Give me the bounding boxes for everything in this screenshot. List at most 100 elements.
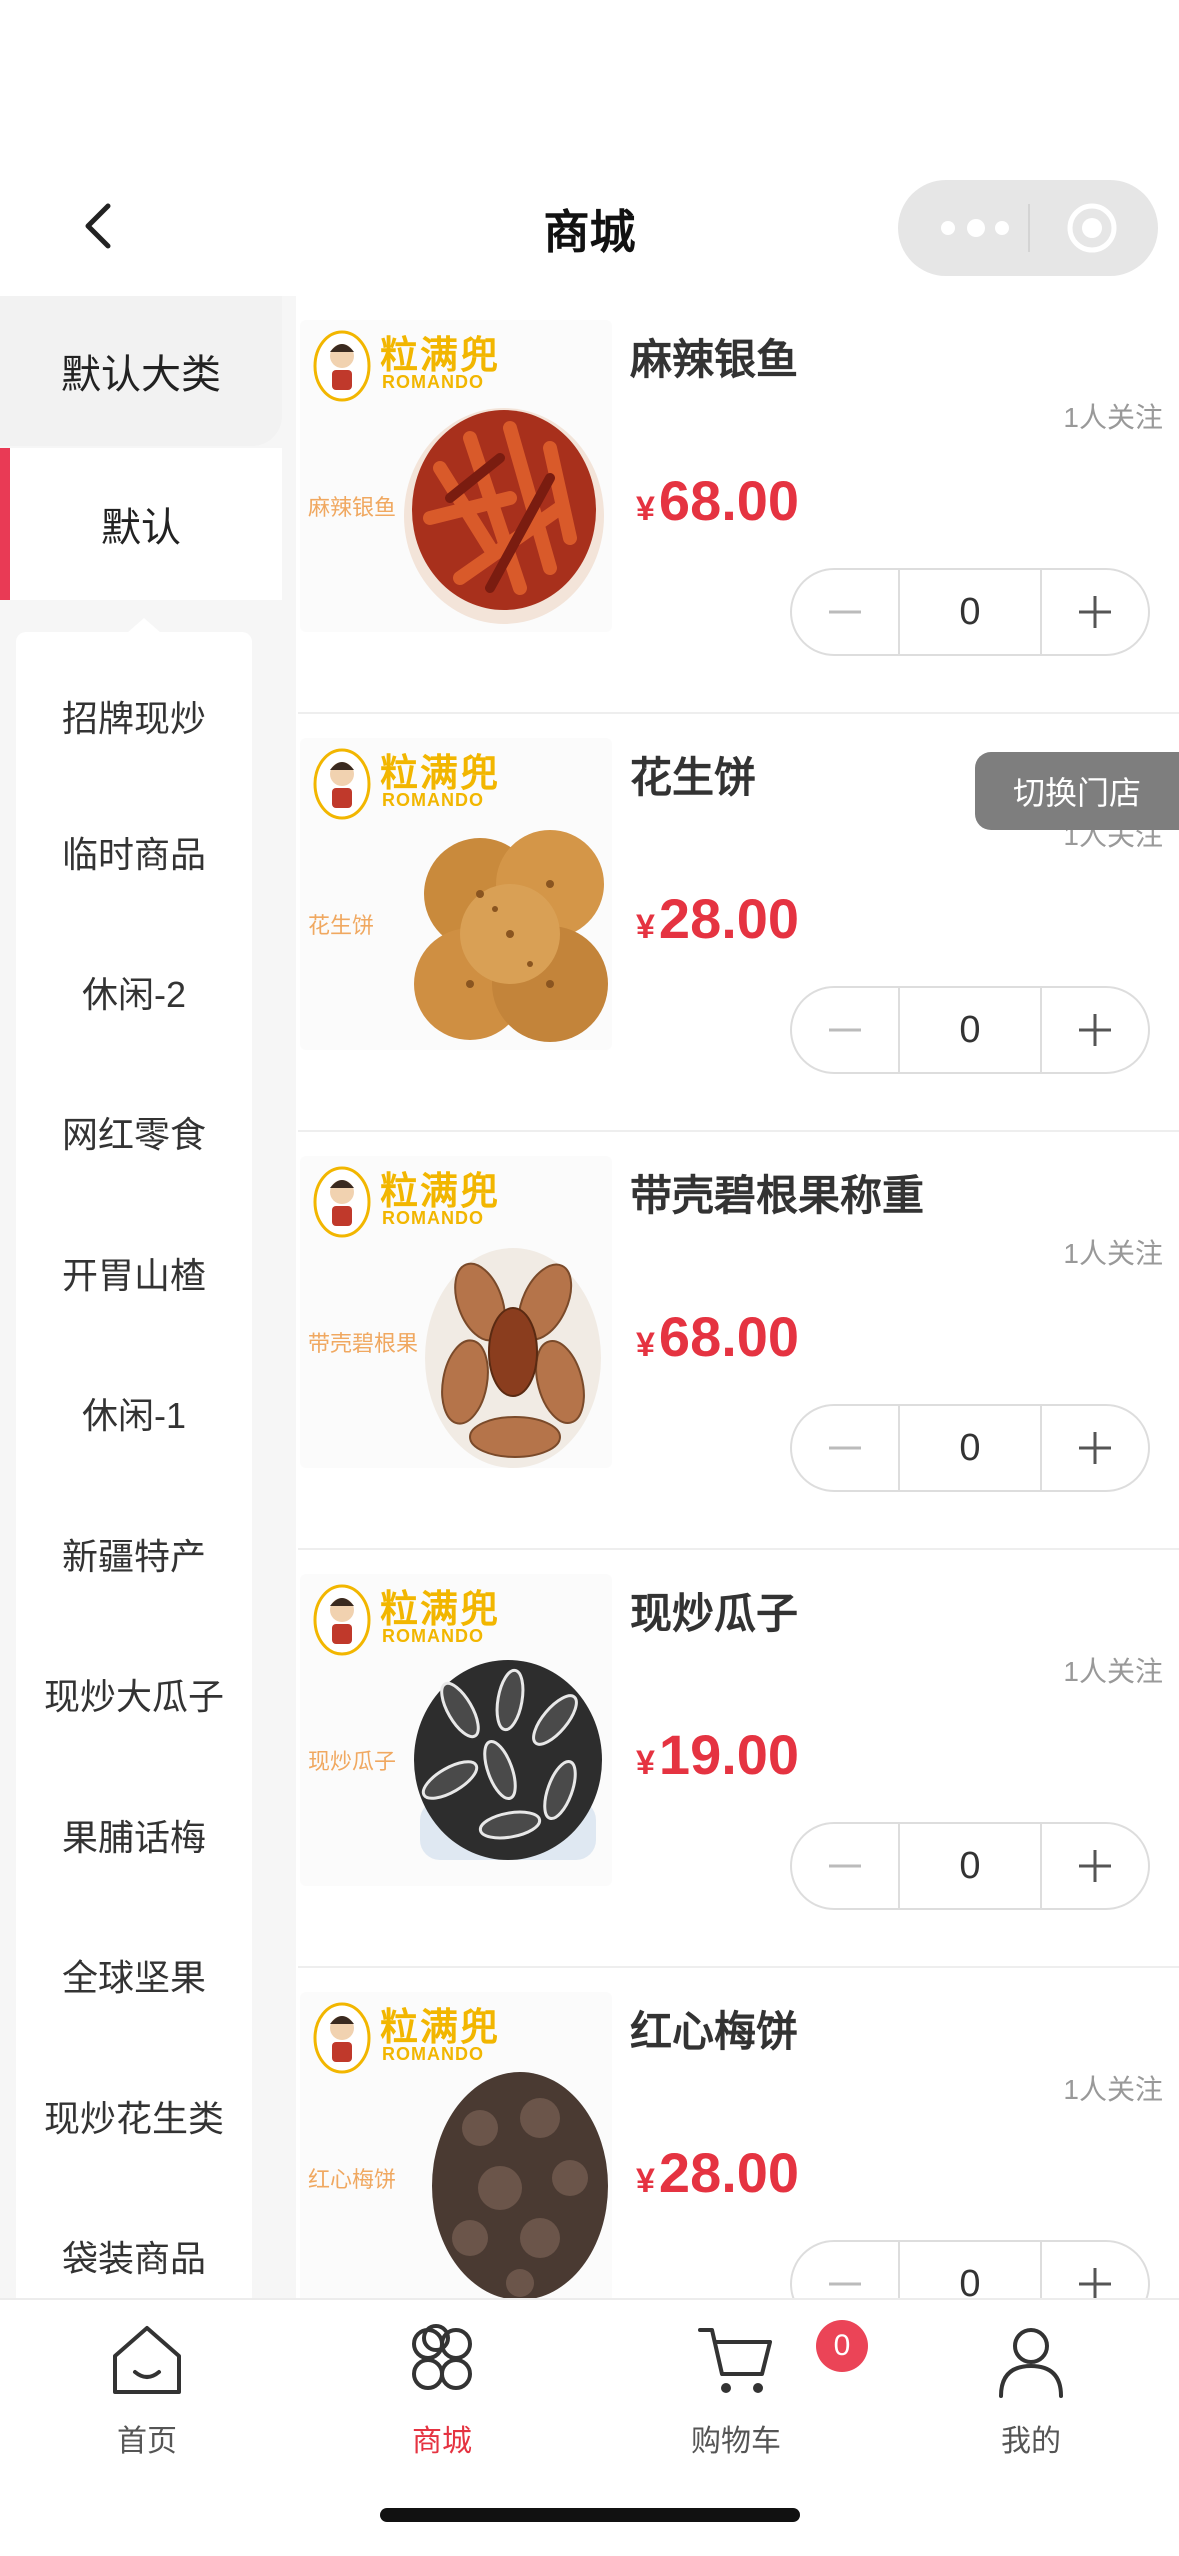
product-name[interactable]: 红心梅饼 [630, 1998, 798, 2059]
tab-cart-label: 购物车 [691, 2425, 781, 2458]
product-image[interactable]: 粒满兜 ROMANDO 花生饼 [300, 738, 612, 1050]
miniprogram-capsule [898, 180, 1158, 276]
product-name[interactable]: 现炒瓜子 [630, 1580, 798, 1641]
product-price: ¥68.00 [636, 1304, 799, 1369]
product-price: ¥19.00 [636, 1722, 799, 1787]
product-price: ¥28.00 [636, 2140, 799, 2205]
home-indicator [380, 2508, 800, 2522]
image-label: 花生饼 [308, 913, 375, 938]
subcategory-item[interactable]: 招牌现炒 [16, 676, 252, 756]
plus-icon [1079, 596, 1111, 628]
quantity-stepper: 0 [790, 986, 1150, 1074]
tab-me-label: 我的 [1001, 2425, 1061, 2458]
follow-count: 1人关注 [1063, 2074, 1163, 2105]
product-card[interactable]: 粒满兜 ROMANDO 麻辣银鱼 麻辣银鱼 1人关注 ¥68.00 0 [298, 296, 1179, 714]
quantity-value[interactable]: 0 [898, 988, 1042, 1072]
brand-name-en: ROMANDO [382, 790, 484, 810]
cart-count-badge: 0 [816, 2320, 868, 2372]
decrease-button[interactable] [792, 988, 898, 1072]
subcategory-item[interactable]: 现炒花生类 [16, 2076, 252, 2156]
tab-home-label: 首页 [117, 2425, 177, 2458]
brand-mascot-logo [313, 1584, 371, 1656]
quantity-value[interactable]: 0 [898, 1406, 1042, 1490]
increase-button[interactable] [1042, 988, 1148, 1072]
main-category-item[interactable]: 默认大类 [0, 296, 282, 446]
decrease-button[interactable] [792, 1406, 898, 1490]
product-image[interactable]: 粒满兜 ROMANDO 现炒瓜子 [300, 1574, 612, 1886]
subcategory-item[interactable]: 休闲-2 [16, 952, 252, 1032]
minus-icon [829, 1446, 861, 1450]
tab-home[interactable]: 首页 [47, 2320, 247, 2470]
quantity-value[interactable]: 0 [898, 1824, 1042, 1908]
more-dots-icon[interactable] [936, 216, 1016, 240]
subcategory-item[interactable]: 全球坚果 [16, 1935, 252, 2015]
brand-mascot-logo [313, 330, 371, 402]
plum-cake-photo [432, 2072, 608, 2300]
peanut-cake-photo [414, 830, 608, 1042]
product-card[interactable]: 粒满兜 ROMANDO 现炒瓜子 现炒瓜子 1人关注 ¥19.00 0 [298, 1550, 1179, 1968]
increase-button[interactable] [1042, 1824, 1148, 1908]
increase-button[interactable] [1042, 1406, 1148, 1490]
brand-name: 粒满兜 [380, 750, 501, 795]
tab-me[interactable]: 我的 [931, 2320, 1131, 2470]
price-value: 68.00 [658, 469, 800, 532]
product-price: ¥28.00 [636, 886, 799, 951]
selected-category-item[interactable]: 默认 [0, 448, 282, 600]
product-image[interactable]: 粒满兜 ROMANDO 红心梅饼 [300, 1992, 612, 2304]
brand-name-en: ROMANDO [382, 2044, 484, 2064]
tab-mall[interactable]: 商城 [342, 2320, 542, 2470]
currency-symbol: ¥ [636, 1744, 655, 1782]
brand-name: 粒满兜 [380, 1168, 501, 1213]
switch-store-button[interactable]: 切换门店 [975, 752, 1179, 830]
increase-button[interactable] [1042, 570, 1148, 654]
subcategory-item[interactable]: 现炒大瓜子 [16, 1654, 252, 1734]
decrease-button[interactable] [792, 570, 898, 654]
brand-name: 粒满兜 [380, 332, 501, 377]
minus-icon [829, 610, 861, 614]
follow-count: 1人关注 [1063, 1656, 1163, 1687]
price-value: 19.00 [658, 1723, 800, 1786]
subcategory-item[interactable]: 果脯话梅 [16, 1795, 252, 1875]
quantity-stepper: 0 [790, 1822, 1150, 1910]
image-label: 红心梅饼 [308, 2167, 397, 2192]
product-name[interactable]: 花生饼 [630, 744, 756, 805]
price-value: 68.00 [658, 1305, 800, 1368]
price-value: 28.00 [658, 2141, 800, 2204]
decrease-button[interactable] [792, 1824, 898, 1908]
price-value: 28.00 [658, 887, 800, 950]
subcategory-item[interactable]: 袋装商品 [16, 2216, 252, 2296]
shopping-cart-icon [698, 2328, 772, 2393]
product-name[interactable]: 带壳碧根果称重 [630, 1162, 924, 1223]
image-label: 麻辣银鱼 [308, 495, 397, 520]
home-icon [113, 2326, 181, 2394]
quantity-value[interactable]: 0 [898, 570, 1042, 654]
subcategory-item[interactable]: 网红零食 [16, 1092, 252, 1172]
tab-cart[interactable]: 购物车 [636, 2320, 836, 2470]
pecan-photo [425, 1248, 601, 1468]
product-image[interactable]: 粒满兜 ROMANDO 麻辣银鱼 [300, 320, 612, 632]
active-indicator [0, 448, 10, 600]
subcategory-item[interactable]: 开胃山楂 [16, 1233, 252, 1313]
currency-symbol: ¥ [636, 2162, 655, 2200]
currency-symbol: ¥ [636, 908, 655, 946]
close-miniprogram-icon[interactable] [1066, 202, 1118, 254]
category-sidebar: 默认大类 默认 招牌现炒 临时商品 休闲-2 网红零食 开胃山楂 休闲-1 新疆… [0, 296, 296, 2300]
minus-icon [829, 1028, 861, 1032]
product-card[interactable]: 粒满兜 ROMANDO 带壳碧根果 带壳碧根果称重 1人关注 ¥68.00 0 [298, 1132, 1179, 1550]
brand-mascot-logo [313, 748, 371, 820]
subcategory-item[interactable]: 休闲-1 [16, 1373, 252, 1453]
subcategory-item[interactable]: 临时商品 [16, 812, 252, 892]
plus-icon [1079, 1432, 1111, 1464]
subcategory-item[interactable]: 新疆特产 [16, 1514, 252, 1594]
currency-symbol: ¥ [636, 1326, 655, 1364]
brand-name-en: ROMANDO [382, 1208, 484, 1228]
product-name[interactable]: 麻辣银鱼 [630, 326, 798, 387]
image-label: 现炒瓜子 [308, 1749, 397, 1774]
minus-icon [829, 1864, 861, 1868]
product-price: ¥68.00 [636, 468, 799, 533]
user-icon [999, 2328, 1063, 2398]
nav-header: 商城 [0, 0, 1179, 296]
product-image[interactable]: 粒满兜 ROMANDO 带壳碧根果 [300, 1156, 612, 1468]
follow-count: 1人关注 [1063, 402, 1163, 433]
selected-category-label: 默认 [101, 506, 181, 550]
